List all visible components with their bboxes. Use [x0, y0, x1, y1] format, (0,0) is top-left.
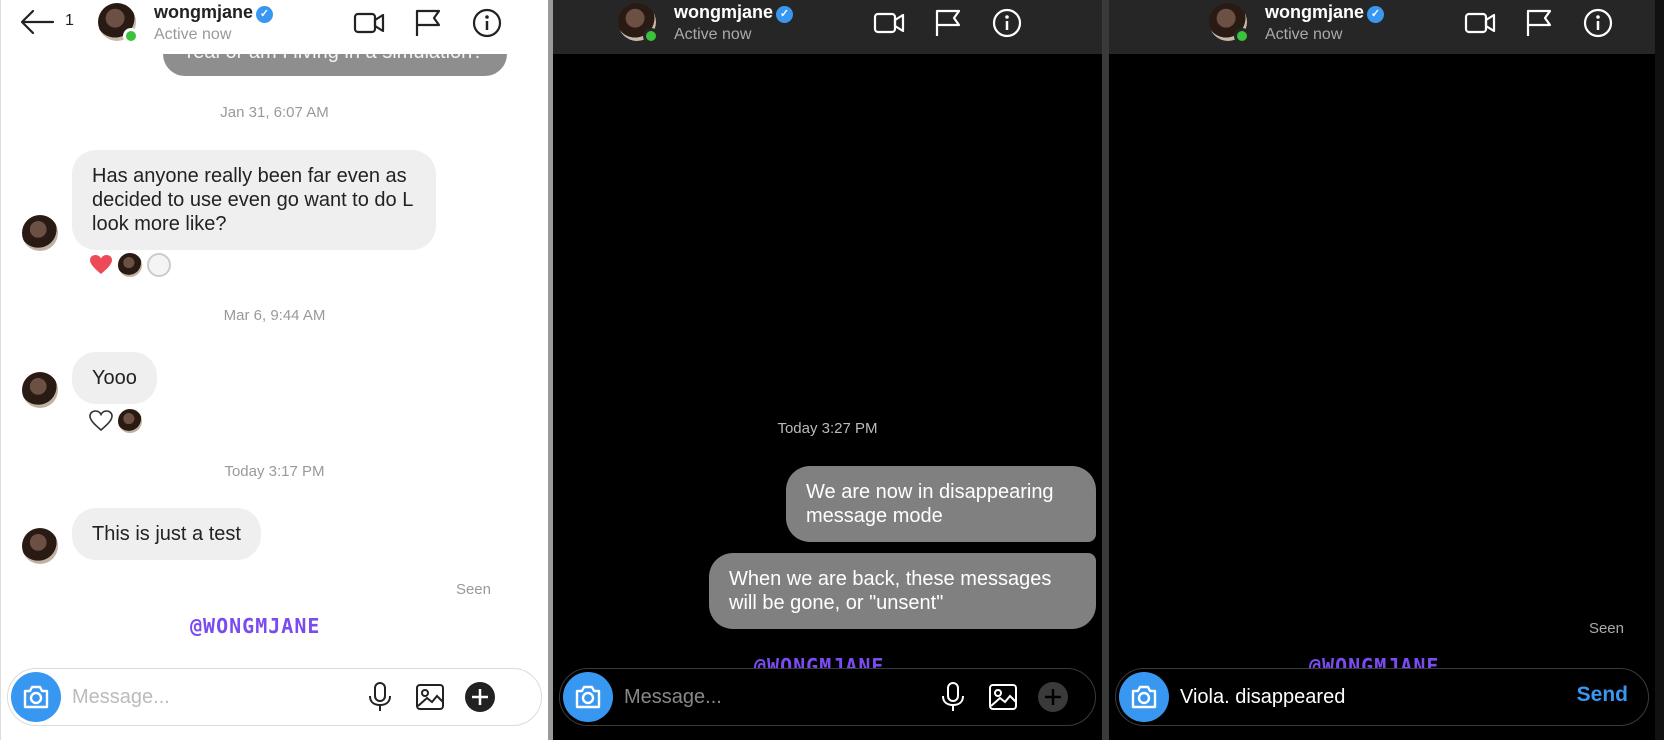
online-indicator: [643, 28, 659, 44]
camera-button[interactable]: [1119, 672, 1169, 722]
reactor-avatar[interactable]: [118, 253, 142, 277]
message-input[interactable]: [72, 683, 322, 711]
chat-header: wongmjane ✓ Active now: [1109, 0, 1655, 54]
video-call-icon[interactable]: [353, 8, 385, 38]
message-input[interactable]: [624, 683, 874, 711]
verified-badge-icon: ✓: [776, 6, 794, 23]
message-composer: [559, 668, 1096, 726]
camera-button[interactable]: [11, 672, 61, 722]
chat-panel-after-vanish: wongmjane✓ Active now Seen @WONGMJANE Se…: [1109, 0, 1655, 740]
message-input[interactable]: [1180, 683, 1480, 711]
video-call-icon[interactable]: [873, 8, 905, 38]
chat-header: wongmjane ✓ Active now: [553, 0, 1102, 54]
message-bubble-sent[interactable]: When we are back, these messages will be…: [709, 553, 1096, 629]
reactor-avatar-placeholder[interactable]: [147, 253, 171, 277]
sender-avatar[interactable]: [22, 215, 58, 251]
microphone-icon[interactable]: [937, 681, 969, 713]
camera-button[interactable]: [563, 672, 613, 722]
info-icon[interactable]: [471, 8, 503, 38]
username[interactable]: wongmjane ✓: [674, 2, 794, 23]
heart-outline-icon[interactable]: [89, 409, 113, 433]
online-indicator: [123, 28, 139, 44]
flag-icon[interactable]: [1523, 8, 1555, 38]
info-icon[interactable]: [1582, 8, 1614, 38]
seen-receipt: Seen: [455, 581, 491, 598]
flag-icon[interactable]: [932, 8, 964, 38]
online-indicator: [1234, 28, 1250, 44]
avatar[interactable]: [618, 3, 659, 44]
back-arrow-icon[interactable]: [19, 9, 55, 35]
message-timestamp: Mar 6, 9:44 AM: [223, 307, 326, 324]
sender-avatar[interactable]: [22, 372, 58, 408]
username[interactable]: wongmjane ✓: [154, 2, 274, 23]
gallery-icon[interactable]: [987, 681, 1019, 713]
microphone-icon[interactable]: [364, 681, 396, 713]
seen-receipt: Seen: [1588, 620, 1624, 637]
avatar[interactable]: [1209, 3, 1250, 44]
message-timestamp: Today 3:27 PM: [777, 420, 878, 437]
active-status: Active now: [154, 26, 232, 43]
message-timestamp: Jan 31, 6:07 AM: [220, 104, 329, 121]
verified-badge-icon: ✓: [256, 6, 274, 23]
camera-icon: [575, 685, 601, 709]
message-bubble[interactable]: This is just a test: [72, 508, 261, 560]
camera-icon: [23, 685, 49, 709]
chat-panel-light: real or am I living in a simulation? 1 w…: [0, 0, 548, 740]
gallery-icon[interactable]: [414, 681, 446, 713]
watermark: @WONGMJANE: [190, 614, 321, 638]
camera-icon: [1131, 685, 1157, 709]
chat-header: 1 wongmjane ✓ Active now: [1, 0, 548, 54]
username[interactable]: wongmjane ✓: [1265, 2, 1385, 23]
reactor-avatar[interactable]: [118, 409, 142, 433]
send-button[interactable]: Send: [1577, 683, 1628, 707]
chat-panel-vanish-mode: wongmjane ✓ Active now Today 3:27 PM We a…: [553, 0, 1102, 740]
avatar[interactable]: [98, 3, 139, 44]
video-call-icon[interactable]: [1464, 8, 1496, 38]
plus-icon[interactable]: [464, 681, 496, 713]
plus-icon[interactable]: [1037, 681, 1069, 713]
message-timestamp: Today 3:17 PM: [224, 463, 325, 480]
message-bubble-sent[interactable]: We are now in disappearing message mode: [786, 466, 1096, 542]
active-status: Active now: [1265, 26, 1343, 43]
sender-avatar[interactable]: [22, 528, 58, 564]
verified-badge-icon: ✓: [1367, 6, 1385, 23]
heart-icon[interactable]: [89, 253, 113, 277]
info-icon[interactable]: [991, 8, 1023, 38]
message-bubble[interactable]: Yooo: [72, 352, 157, 404]
active-status: Active now: [674, 26, 752, 43]
unread-count: 1: [65, 12, 74, 29]
message-composer: [7, 668, 542, 726]
flag-icon[interactable]: [412, 8, 444, 38]
message-composer: Send: [1115, 668, 1649, 726]
message-bubble[interactable]: Has anyone really been far even as decid…: [72, 150, 436, 250]
